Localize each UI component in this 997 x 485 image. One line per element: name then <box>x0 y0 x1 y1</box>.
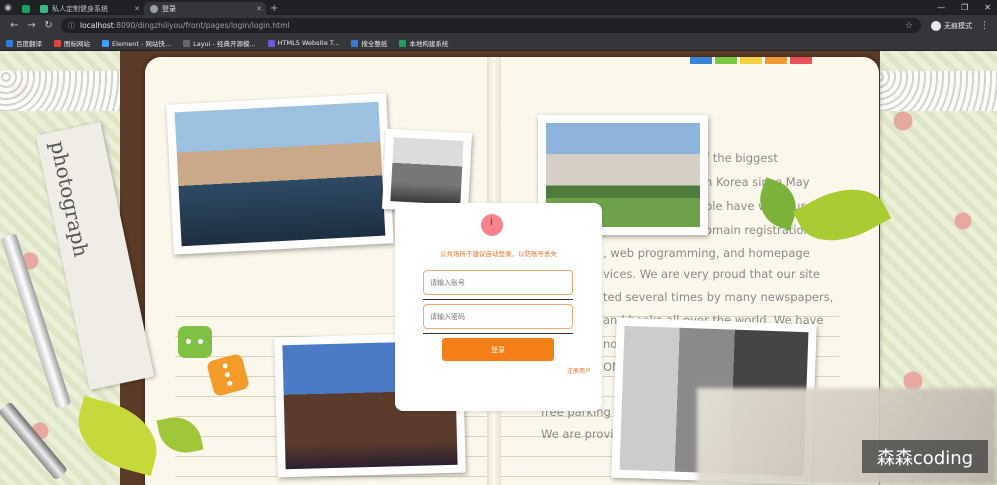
address-bar-row: ← → ↻ ⓘ localhost:8090/dingzhiliyou/fron… <box>0 15 997 36</box>
color-tab <box>715 57 737 64</box>
globe-icon <box>150 4 158 13</box>
bookmark-item[interactable]: 搜全整纸 <box>351 38 387 48</box>
bookmark-item[interactable]: Element - 网站快... <box>102 38 171 48</box>
green-die <box>178 326 212 358</box>
bookmark-item[interactable]: 百度翻译 <box>6 38 42 48</box>
body-text-line: n Korea since May <box>705 175 810 189</box>
bookmarks-bar: 百度翻译 图标网站 Element - 网站快... Layui - 经典开源模… <box>0 36 997 51</box>
register-link[interactable]: 注册用户 <box>567 366 591 375</box>
body-text-line: , web programming, and homepage <box>603 246 810 260</box>
photo-waterfront <box>166 93 394 255</box>
password-input[interactable] <box>423 304 573 329</box>
body-text-line: ted several times by many newspapers, <box>603 290 834 304</box>
reload-icon[interactable]: ↻ <box>40 20 57 31</box>
video-watermark: 森森coding <box>862 440 988 473</box>
bookmark-label: 本地构建系统 <box>409 40 449 48</box>
bookmark-label: 搜全整纸 <box>361 40 388 48</box>
window-controls: — ❐ ✕ <box>937 0 991 15</box>
forward-icon[interactable]: → <box>23 20 40 31</box>
star-icon[interactable]: ☆ <box>905 21 913 31</box>
tab-title: 私人定制健身系统 <box>52 4 108 13</box>
bookmark-icon <box>6 39 13 47</box>
close-icon[interactable]: ✕ <box>134 5 140 13</box>
bookmark-label: 百度翻译 <box>16 40 42 48</box>
bookmark-item[interactable]: 图标网站 <box>54 38 90 48</box>
color-tab <box>690 57 712 64</box>
url-host: localhost <box>80 21 114 30</box>
color-tab <box>790 57 812 64</box>
body-text-line: We are provid <box>541 427 621 441</box>
close-icon[interactable]: ✕ <box>256 5 262 13</box>
minimize-icon[interactable]: — <box>937 3 945 12</box>
bookmark-label: 图标网站 <box>64 40 90 48</box>
browser-tab-strip: ◉ 私人定制健身系统 ✕ 登录 ✕ + — ❐ ✕ <box>0 0 997 15</box>
login-card: 公共场所不建议自动登录，以防账号丢失 登录 注册用户 <box>395 203 602 411</box>
incognito-icon <box>931 20 941 31</box>
back-icon[interactable]: ← <box>6 20 23 31</box>
vue-icon <box>40 4 48 13</box>
new-tab-button[interactable]: + <box>270 2 278 15</box>
input-underline <box>423 333 573 334</box>
bookmark-icon <box>54 39 61 47</box>
login-tip: 公共场所不建议自动登录，以防账号丢失 <box>440 250 557 258</box>
body-text-line: omain registration <box>705 223 811 237</box>
waterfront-image <box>174 101 386 247</box>
body-text-line: f the biggest <box>705 151 778 165</box>
lace-trim <box>873 71 997 111</box>
profile-label: 无痕模式 <box>944 21 972 30</box>
bookmark-icon <box>399 39 407 47</box>
login-page: f the biggest n Korea since May ple have… <box>0 51 997 485</box>
bookmark-item[interactable]: HTML5 Website T... <box>267 39 340 47</box>
bookmark-icon <box>102 39 109 47</box>
restore-icon[interactable]: ❐ <box>961 3 968 12</box>
bookmark-icon <box>267 39 275 47</box>
color-tab <box>765 57 787 64</box>
profile-button[interactable]: 无痕模式 <box>931 20 972 31</box>
body-text-line: vices. We are very proud that our site <box>603 267 820 281</box>
bookmark-item[interactable]: 本地构建系统 <box>399 38 448 48</box>
close-window-icon[interactable]: ✕ <box>984 3 991 12</box>
bookmark-icon <box>351 39 359 47</box>
info-icon[interactable]: ⓘ <box>68 21 75 31</box>
building-image <box>390 137 464 205</box>
username-input[interactable] <box>423 270 573 295</box>
lace-trim <box>0 71 128 111</box>
green-icon <box>22 4 30 13</box>
tab-search-icon[interactable]: ◉ <box>0 0 16 15</box>
browser-tab-active[interactable]: 登录 ✕ <box>144 2 266 15</box>
browser-tab[interactable]: 私人定制健身系统 ✕ <box>34 2 144 15</box>
bookmark-label: HTML5 Website T... <box>277 39 340 47</box>
bookmark-item[interactable]: Layui - 经典开源模... <box>183 38 256 48</box>
photo-building <box>381 128 473 214</box>
browser-tab[interactable] <box>16 2 34 15</box>
input-underline <box>423 299 573 300</box>
tab-title: 登录 <box>162 4 176 13</box>
bookmark-icon <box>183 39 191 47</box>
more-menu-icon[interactable]: ⋮ <box>980 21 989 31</box>
login-button[interactable]: 登录 <box>442 338 554 361</box>
bookmark-label: Layui - 经典开源模... <box>193 40 256 48</box>
text-cursor-icon: I <box>490 218 493 228</box>
url-field[interactable]: ⓘ localhost:8090/dingzhiliyou/front/page… <box>61 18 921 33</box>
bookmark-label: Element - 网站快... <box>112 40 172 48</box>
color-tab <box>740 57 762 64</box>
url-path: :8090/dingzhiliyou/front/pages/login/log… <box>113 21 290 30</box>
